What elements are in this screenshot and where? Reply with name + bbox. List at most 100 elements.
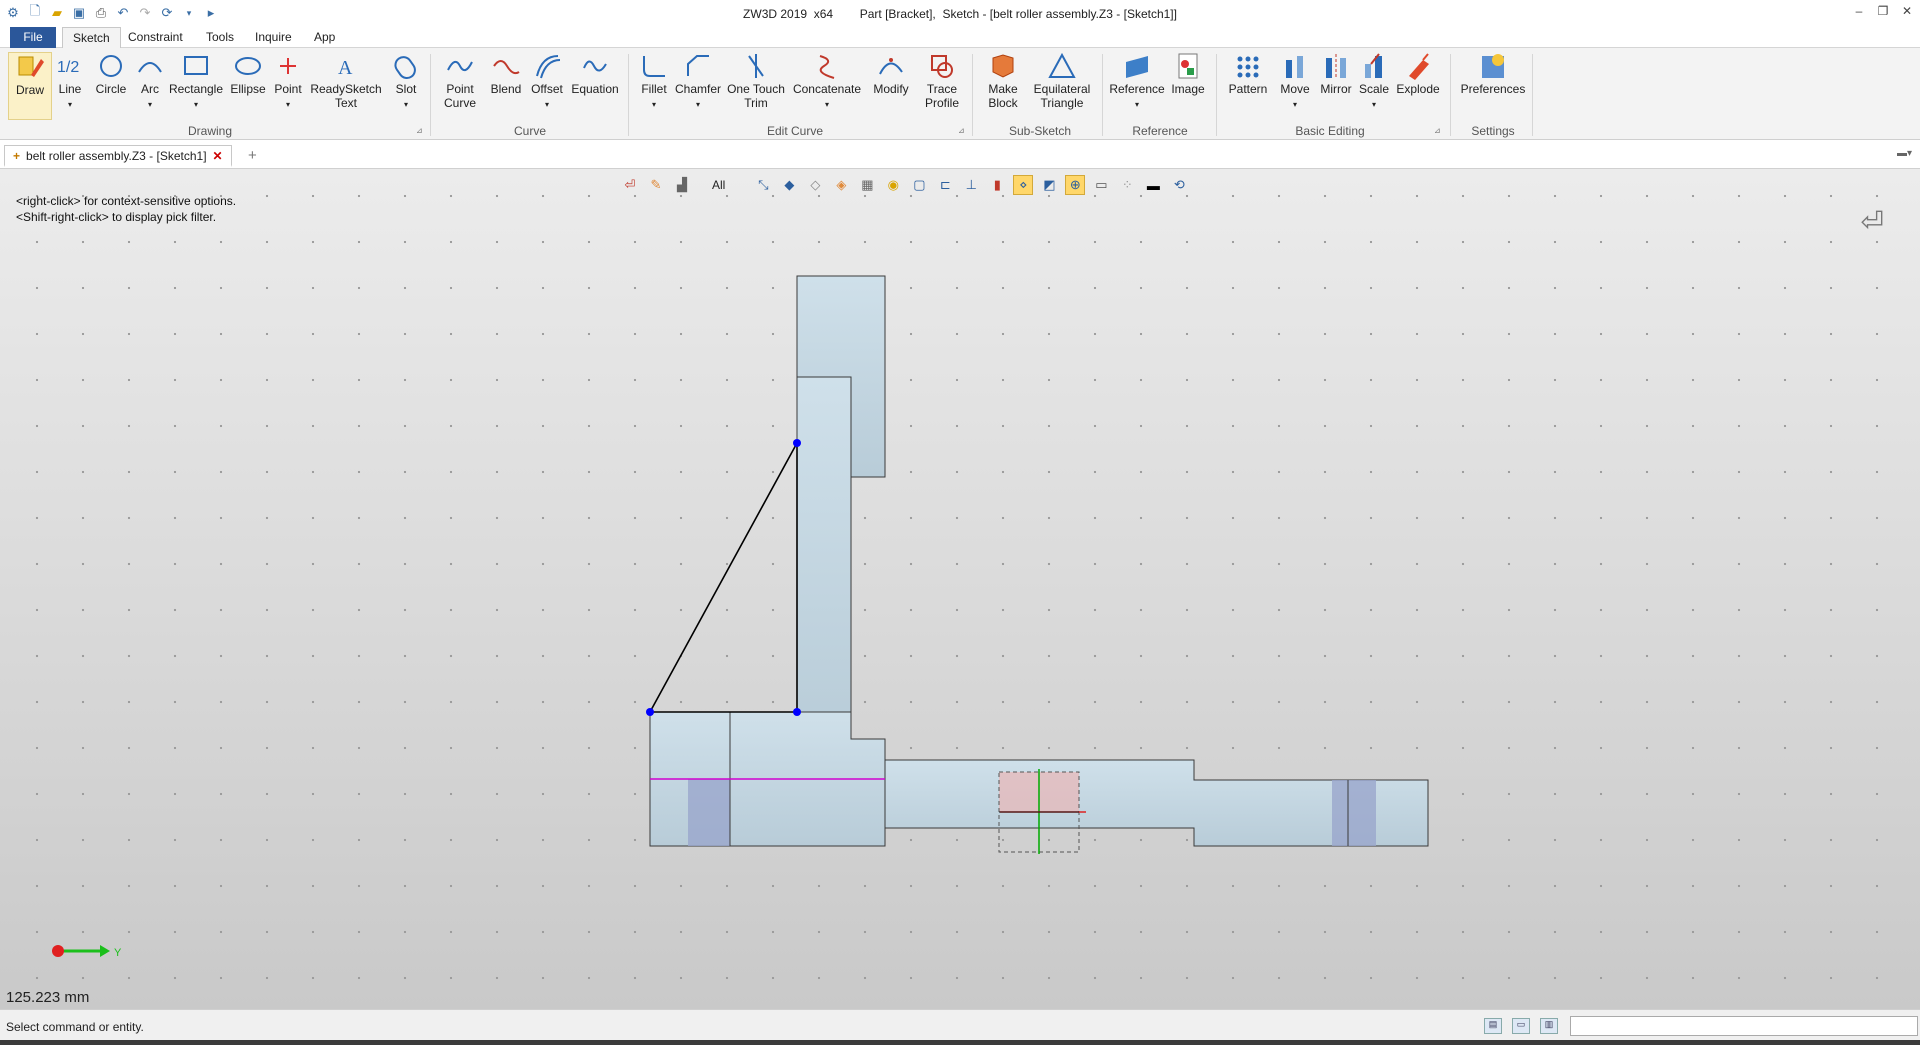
modify-button[interactable]: Modify xyxy=(868,52,914,96)
slot-button[interactable]: Slot ▾ xyxy=(388,52,424,112)
mirror-button[interactable]: Mirror xyxy=(1316,52,1356,96)
reference-button[interactable]: Reference ▾ xyxy=(1108,52,1166,112)
line-icon: 1/2 xyxy=(57,59,79,76)
rectangle-icon xyxy=(184,56,208,75)
hole-right xyxy=(1332,780,1376,846)
scale-button[interactable]: Scale ▾ xyxy=(1356,52,1392,112)
close-icon[interactable]: ✕ xyxy=(1900,4,1914,18)
image-button[interactable]: Image xyxy=(1168,52,1208,96)
equilateral-triangle-button[interactable]: Equilateral Triangle xyxy=(1030,52,1094,110)
sketch-point-corner[interactable] xyxy=(793,708,801,716)
image-icon xyxy=(1178,53,1198,79)
rectangle-label: Rectangle xyxy=(168,82,224,96)
ellipse-button[interactable]: Ellipse xyxy=(228,52,268,96)
line-button[interactable]: 1/2 Line ▾ xyxy=(52,52,88,112)
circle-icon xyxy=(100,55,122,77)
document-tab-strip: + belt roller assembly.Z3 - [Sketch1] ✕ … xyxy=(0,141,1920,169)
close-tab-icon[interactable]: ✕ xyxy=(213,149,223,163)
title-bar: ⚙ 🗋 ▰ ▣ ⎙ ↶ ↷ ⟳ ▾ ▸ ZW3D 2019 x64 Part [… xyxy=(0,0,1920,28)
minimize-icon[interactable]: – xyxy=(1852,4,1866,18)
drawing-launcher-icon[interactable]: ⊿ xyxy=(416,126,423,135)
make-block-button[interactable]: Make Block xyxy=(980,52,1026,110)
trace-profile-label: Trace Profile xyxy=(924,82,959,110)
rectangle-button[interactable]: Rectangle ▾ xyxy=(168,52,224,112)
chamfer-button[interactable]: Chamfer ▾ xyxy=(674,52,722,112)
tab-file[interactable]: File xyxy=(10,27,56,48)
sketch-point-left[interactable] xyxy=(646,708,654,716)
chamfer-icon xyxy=(687,55,709,76)
slot-icon xyxy=(394,56,416,80)
layout-icon[interactable]: ▤ xyxy=(1484,1018,1502,1034)
explode-button[interactable]: Explode xyxy=(1394,52,1442,96)
group-label-curve: Curve xyxy=(513,124,546,138)
move-button[interactable]: Move ▾ xyxy=(1276,52,1314,112)
explode-label: Explode xyxy=(1396,82,1440,96)
tab-constraint[interactable]: Constraint xyxy=(118,27,193,48)
fillet-icon xyxy=(643,56,665,77)
scale-icon xyxy=(1365,53,1382,78)
reference-icon xyxy=(1126,56,1148,78)
equation-button[interactable]: Equation xyxy=(568,52,622,96)
command-input[interactable] xyxy=(1570,1016,1918,1036)
restore-icon[interactable]: ❐ xyxy=(1876,4,1890,18)
sketch-line-diagonal[interactable] xyxy=(649,442,798,713)
offset-label: Offset xyxy=(531,82,563,96)
one-touch-trim-button[interactable]: One Touch Trim xyxy=(724,52,788,110)
make-block-icon xyxy=(992,54,1014,78)
preferences-label: Preferences xyxy=(1460,82,1526,96)
readysketch-text-button[interactable]: A ReadySketch Text xyxy=(308,52,384,110)
group-label-drawing: Drawing xyxy=(187,124,232,138)
cursor-measurement: 125.223 mm xyxy=(6,989,90,1006)
move-icon xyxy=(1286,56,1303,78)
point-button[interactable]: Point ▾ xyxy=(270,52,306,112)
tab-list-icon[interactable]: ▬▾ xyxy=(1897,148,1912,159)
upright-front-plate xyxy=(796,376,852,746)
text-icon: A xyxy=(338,57,353,79)
draw-button[interactable]: Draw xyxy=(8,52,52,120)
triangle-icon xyxy=(1048,52,1076,78)
sketch-triangle[interactable] xyxy=(649,442,798,713)
pencil-icon xyxy=(18,56,44,77)
blend-button[interactable]: Blend xyxy=(488,52,524,96)
move-label: Move xyxy=(1280,82,1310,96)
fillet-button[interactable]: Fillet ▾ xyxy=(634,52,674,112)
circle-button[interactable]: Circle xyxy=(92,52,130,96)
trace-profile-button[interactable]: Trace Profile xyxy=(916,52,968,110)
graphics-viewport[interactable]: <right-click> for context-sensitive opti… xyxy=(0,169,1920,1009)
preferences-button[interactable]: Preferences xyxy=(1456,52,1530,96)
group-label-settings: Settings xyxy=(1471,124,1515,138)
basic-editing-launcher-icon[interactable]: ⊿ xyxy=(1434,126,1441,135)
group-label-basic-editing: Basic Editing xyxy=(1295,124,1365,138)
arc-label: Arc xyxy=(141,82,159,96)
offset-button[interactable]: Offset ▾ xyxy=(526,52,568,112)
pattern-button[interactable]: Pattern xyxy=(1222,52,1274,96)
mirror-label: Mirror xyxy=(1320,82,1352,96)
circle-label: Circle xyxy=(95,82,127,96)
monitor-icon[interactable]: ▭ xyxy=(1512,1018,1530,1034)
window-icon[interactable]: ▥ xyxy=(1540,1018,1558,1034)
equation-label: Equation xyxy=(571,82,619,96)
tab-sketch[interactable]: Sketch xyxy=(62,27,121,48)
pattern-icon xyxy=(1237,56,1259,78)
preferences-icon xyxy=(1482,54,1504,78)
reference-label: Reference xyxy=(1109,82,1165,96)
concatenate-button[interactable]: Concatenate ▾ xyxy=(790,52,864,112)
point-curve-button[interactable]: Point Curve xyxy=(436,52,484,110)
svg-text:1/2: 1/2 xyxy=(57,59,79,76)
fillet-label: Fillet xyxy=(641,82,667,96)
offset-icon xyxy=(536,55,561,79)
menu-bar: File Sketch Constraint Tools Inquire App… xyxy=(0,26,1920,71)
equation-icon xyxy=(583,60,607,72)
draw-label: Draw xyxy=(15,83,44,97)
sketch-point-top[interactable] xyxy=(793,439,801,447)
add-tab-icon[interactable]: + xyxy=(248,147,257,164)
document-tab[interactable]: + belt roller assembly.Z3 - [Sketch1] ✕ xyxy=(4,145,232,167)
sketch-canvas[interactable] xyxy=(0,169,1920,1009)
tab-tools[interactable]: Tools xyxy=(196,27,244,48)
status-icons: ▤ ▭ ▥ xyxy=(1484,1018,1558,1034)
edit-curve-launcher-icon[interactable]: ⊿ xyxy=(958,126,965,135)
image-label: Image xyxy=(1171,82,1205,96)
tab-inquire[interactable]: Inquire xyxy=(245,27,302,48)
tab-app[interactable]: App xyxy=(304,27,345,48)
arc-button[interactable]: Arc ▾ xyxy=(134,52,166,112)
